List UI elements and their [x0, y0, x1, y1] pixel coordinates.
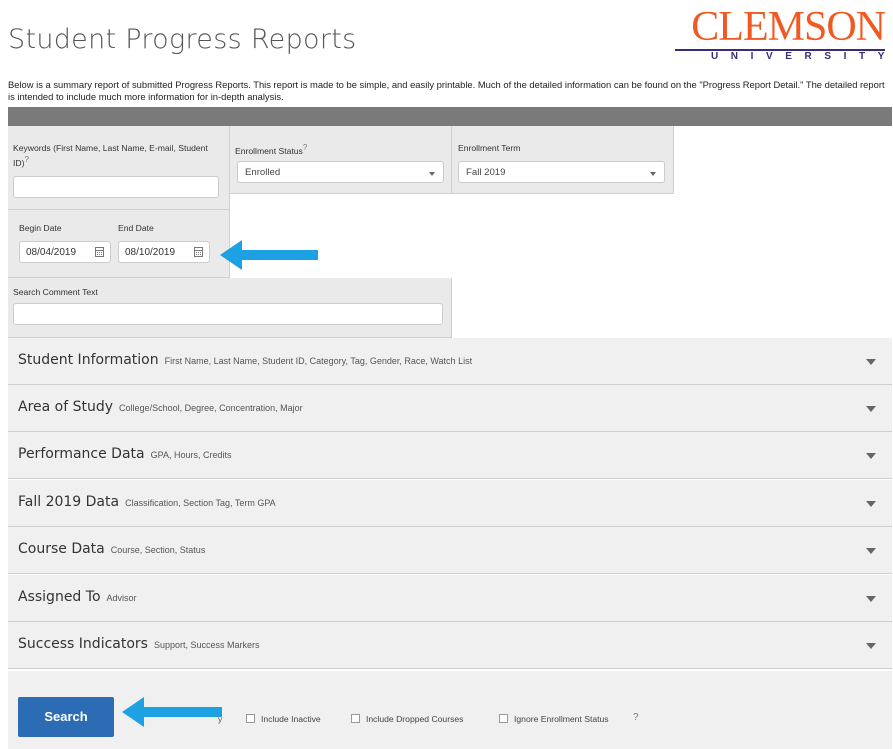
logo-subtitle: UNIVERSITY: [710, 51, 893, 62]
search-button[interactable]: Search: [18, 697, 114, 737]
section-subtitle: Support, Success Markers: [153, 640, 260, 650]
end-date-value: 08/10/2019: [125, 247, 176, 258]
chevron-down-icon[interactable]: [866, 643, 876, 649]
enrollment-term-label: Enrollment Term: [458, 143, 521, 153]
intro-text: Below is a summary report of submitted P…: [8, 79, 885, 102]
section-success-indicators[interactable]: Success Indicators Support, Success Marke…: [8, 622, 892, 669]
section-title: Assigned To: [18, 589, 101, 605]
logo-wordmark: CLEMSON: [691, 4, 886, 50]
chevron-down-icon[interactable]: [866, 406, 876, 412]
comment-input[interactable]: [13, 303, 443, 325]
ignore-enrollment-option[interactable]: Ignore Enrollment Status: [499, 714, 609, 724]
begin-date-input[interactable]: 08/04/2019: [19, 241, 111, 263]
chevron-down-icon[interactable]: [866, 548, 876, 554]
chevron-down-icon[interactable]: [866, 596, 876, 602]
include-dropped-option[interactable]: Include Dropped Courses: [351, 714, 463, 724]
section-area-of-study[interactable]: Area of Study College/School, Degree, Con…: [8, 385, 892, 432]
enrollment-term-select[interactable]: Fall 2019: [458, 161, 665, 183]
arrow-left-icon: [122, 697, 222, 727]
enrollment-status-select[interactable]: Enrolled: [237, 161, 444, 183]
include-inactive-option[interactable]: Include Inactive: [246, 714, 321, 724]
chevron-down-icon: [650, 172, 656, 176]
chevron-down-icon[interactable]: [866, 501, 876, 507]
include-inactive-checkbox[interactable]: [246, 714, 255, 723]
keywords-panel: Keywords (First Name, Last Name, E-mail,…: [8, 126, 230, 210]
page-title: Student Progress Reports: [8, 24, 357, 55]
help-icon[interactable]: ?: [633, 712, 639, 723]
end-date-label: End Date: [118, 223, 154, 233]
section-assigned-to[interactable]: Assigned To Advisor: [8, 575, 892, 622]
enrollment-status-value: Enrolled: [245, 167, 281, 178]
begin-date-value: 08/04/2019: [26, 247, 77, 258]
filter-header-bar: [8, 107, 892, 126]
section-title: Fall 2019 Data: [18, 494, 120, 510]
calendar-icon[interactable]: [194, 247, 203, 257]
section-student-information[interactable]: Student Information First Name, Last Name…: [8, 338, 892, 385]
section-subtitle: GPA, Hours, Credits: [150, 450, 232, 460]
chevron-down-icon[interactable]: [866, 453, 876, 459]
chevron-down-icon[interactable]: [866, 359, 876, 365]
section-title: Success Indicators: [18, 636, 148, 652]
section-title: Area of Study: [18, 399, 114, 415]
section-subtitle: First Name, Last Name, Student ID, Categ…: [164, 356, 473, 366]
enrollment-term-value: Fall 2019: [466, 167, 506, 178]
section-subtitle: Advisor: [106, 593, 137, 603]
university-logo: CLEMSON UNIVERSITY: [675, 4, 886, 64]
section-subtitle: Course, Section, Status: [110, 545, 206, 555]
section-subtitle: College/School, Degree, Concentration, M…: [119, 403, 303, 413]
comment-label: Search Comment Text: [13, 287, 98, 297]
section-term-data[interactable]: Fall 2019 Data Classification, Section Ta…: [8, 480, 892, 527]
enrollment-term-panel: Enrollment Term Fall 2019: [452, 126, 674, 194]
calendar-icon[interactable]: [95, 247, 104, 257]
section-performance-data[interactable]: Performance Data GPA, Hours, Credits: [8, 432, 892, 479]
keywords-label: Keywords (First Name, Last Name, E-mail,…: [13, 143, 208, 168]
end-date-input[interactable]: 08/10/2019: [118, 241, 210, 263]
enrollment-status-panel: Enrollment Status? Enrolled: [230, 126, 452, 194]
chevron-down-icon: [429, 172, 435, 176]
section-subtitle: Classification, Section Tag, Term GPA: [125, 498, 276, 508]
section-course-data[interactable]: Course Data Course, Section, Status: [8, 527, 892, 574]
section-title: Student Information: [18, 352, 159, 368]
date-range-panel: Begin Date End Date 08/04/2019 08/10/201…: [8, 210, 230, 278]
section-title: Performance Data: [18, 446, 145, 462]
arrow-left-icon: [220, 240, 318, 270]
help-icon[interactable]: ?: [303, 143, 307, 152]
ignore-enrollment-checkbox[interactable]: [499, 714, 508, 723]
keywords-input[interactable]: [13, 176, 219, 198]
enrollment-status-label: Enrollment Status?: [235, 143, 308, 156]
help-icon[interactable]: ?: [24, 155, 28, 164]
section-title: Course Data: [18, 541, 105, 557]
comment-panel: Search Comment Text: [8, 278, 452, 338]
begin-date-label: Begin Date: [19, 223, 62, 233]
include-dropped-checkbox[interactable]: [351, 714, 360, 723]
